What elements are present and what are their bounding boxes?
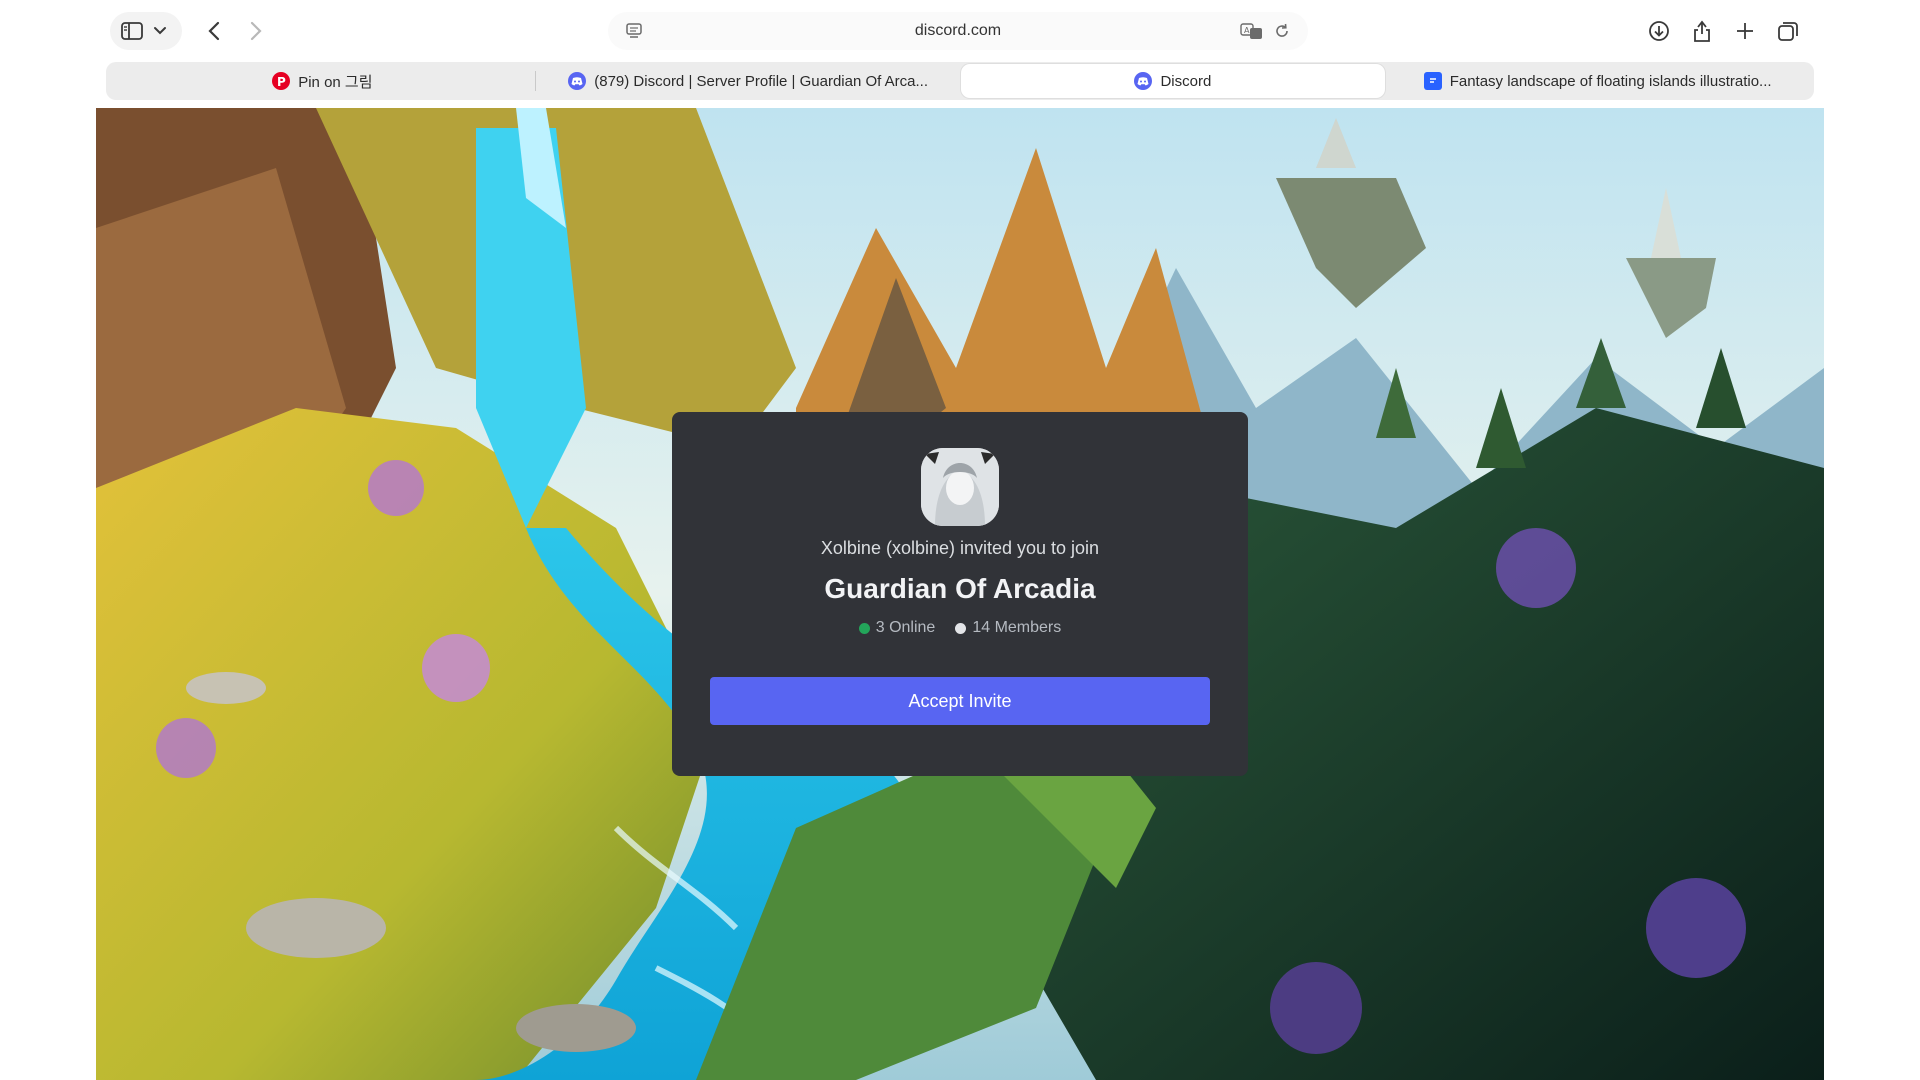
forward-button[interactable] [240, 15, 272, 47]
inviter-text: Xolbine (xolbine) invited you to join [820, 538, 1100, 558]
tab-label: Discord [1160, 72, 1212, 90]
discord-icon [1134, 72, 1153, 90]
sidebar-toggle-group[interactable] [110, 12, 182, 50]
tab-pinterest[interactable]: P Pin on 그림 [110, 64, 535, 98]
server-name: Guardian Of Arcadia [824, 573, 1096, 604]
tab-discord-server-profile[interactable]: (879) Discord | Server Profile | Guardia… [536, 64, 961, 98]
sidebar-icon[interactable] [118, 15, 146, 47]
tab-bar: P Pin on 그림 (879) Discord | Server Profi… [106, 62, 1814, 100]
online-text: 3 Online [875, 619, 936, 636]
online-status-icon [858, 622, 870, 634]
server-avatar [921, 448, 999, 526]
tab-discord-active[interactable]: Discord [960, 64, 1386, 98]
discord-icon [568, 72, 587, 90]
toolbar-right-tools [1643, 15, 1804, 47]
address-bar[interactable]: discord.com A [608, 12, 1308, 50]
member-count: 14 Members [955, 619, 1061, 637]
tab-fantasy-landscape[interactable]: Fantasy landscape of floating islands il… [1385, 64, 1810, 98]
svg-text:A: A [1244, 26, 1250, 35]
pinterest-icon: P [272, 72, 291, 90]
chevron-down-icon[interactable] [146, 15, 174, 47]
server-stats: 3 Online 14 Members [858, 619, 1061, 637]
online-count: 3 Online [858, 619, 936, 637]
accept-invite-button[interactable]: Accept Invite [710, 677, 1210, 725]
translate-icon[interactable]: A [1236, 15, 1268, 47]
share-icon[interactable] [1686, 15, 1718, 47]
page-content: Xolbine (xolbine) invited you to join Gu… [96, 108, 1824, 1080]
reload-icon[interactable] [1266, 15, 1298, 47]
reader-icon[interactable] [618, 15, 650, 47]
svg-text:P: P [277, 75, 286, 87]
tab-label: Fantasy landscape of floating islands il… [1449, 72, 1772, 90]
back-button[interactable] [198, 15, 230, 47]
url-text[interactable]: discord.com [915, 22, 1001, 40]
invite-card: Xolbine (xolbine) invited you to join Gu… [672, 412, 1248, 776]
new-tab-icon[interactable] [1729, 15, 1761, 47]
download-icon[interactable] [1643, 15, 1675, 47]
members-text: 14 Members [972, 619, 1062, 636]
document-icon [1423, 72, 1442, 90]
tab-label: (879) Discord | Server Profile | Guardia… [594, 72, 928, 90]
members-status-icon [955, 622, 967, 634]
browser-window: discord.com A P Pin on 그림 (879) Discord … [96, 0, 1824, 1080]
tab-overview-icon[interactable] [1772, 15, 1804, 47]
browser-toolbar: discord.com A [96, 0, 1824, 62]
tab-label: Pin on 그림 [298, 73, 373, 91]
